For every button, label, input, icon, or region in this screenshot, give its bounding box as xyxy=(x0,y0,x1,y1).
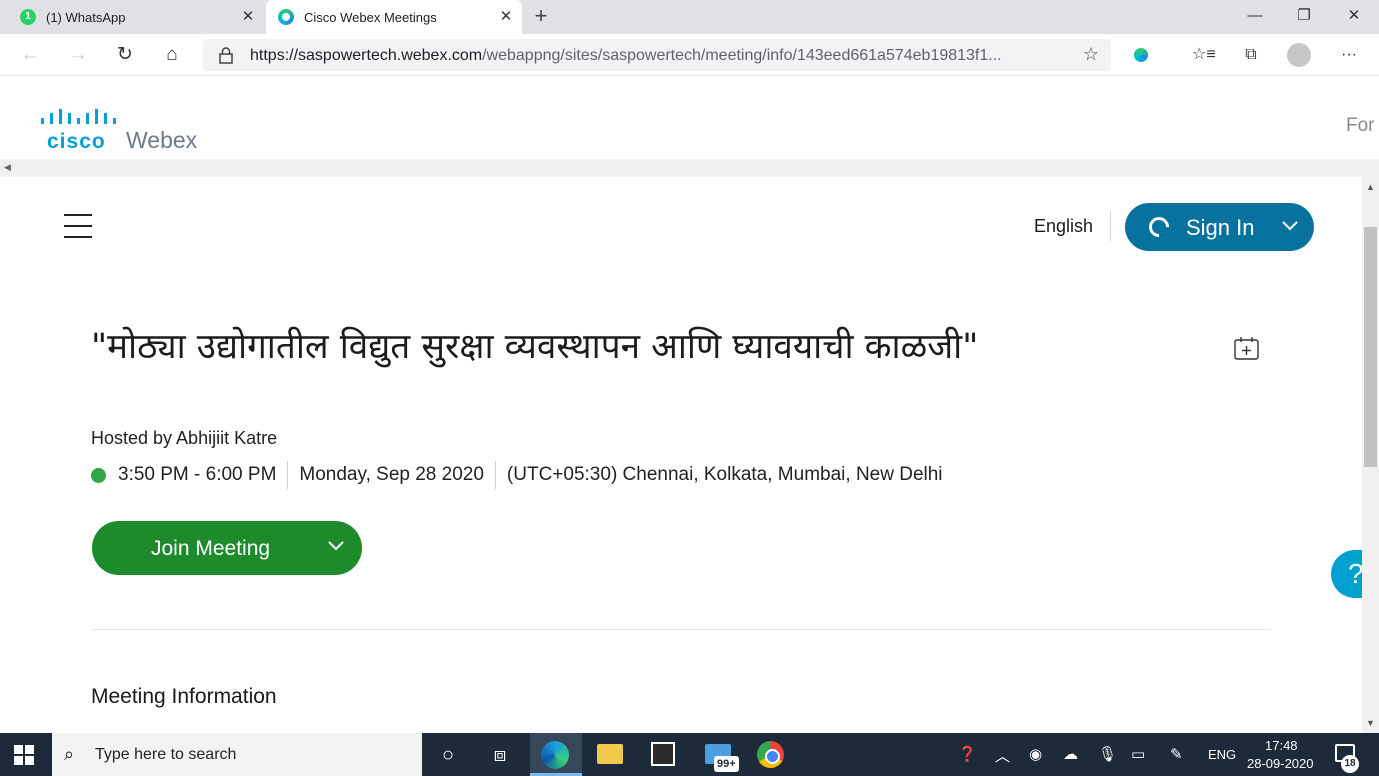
tab-whatsapp[interactable]: 1 (1) WhatsApp ✕ xyxy=(8,0,264,34)
profile-icon[interactable] xyxy=(1287,43,1311,67)
forward-icon[interactable]: → xyxy=(66,43,90,67)
microphone-icon[interactable]: 🎙 xyxy=(1098,745,1117,763)
input-language[interactable]: ENG xyxy=(1208,747,1236,762)
browser-toolbar: ← → ↻ ⌂ https://saspowertech.webex.com/w… xyxy=(0,34,1379,76)
pen-icon[interactable]: ✎ xyxy=(1170,745,1183,763)
search-icon: ⌕ xyxy=(64,744,75,764)
address-bar[interactable]: https://saspowertech.webex.com/webappng/… xyxy=(203,39,1111,71)
chevron-down-icon xyxy=(1282,221,1298,231)
chevron-up-icon[interactable]: ︿ xyxy=(995,745,1010,766)
section-divider xyxy=(92,629,1270,630)
browser-tab-strip: 1 (1) WhatsApp ✕ Cisco Webex Meetings ✕ … xyxy=(0,0,1379,34)
meeting-timezone: (UTC+05:30) Chennai, Kolkata, Mumbai, Ne… xyxy=(506,464,943,485)
webex-tray-icon[interactable]: ◉ xyxy=(1029,745,1042,763)
help-tray-icon[interactable]: ❓ xyxy=(958,745,977,763)
divider xyxy=(1110,211,1111,241)
join-meeting-button[interactable]: Join Meeting xyxy=(92,521,362,575)
store-icon[interactable] xyxy=(651,742,675,766)
close-window-button[interactable]: ✕ xyxy=(1339,4,1369,28)
close-icon[interactable]: ✕ xyxy=(498,9,514,25)
join-meeting-label: Join Meeting xyxy=(151,537,271,560)
scroll-down-icon[interactable]: ▼ xyxy=(1366,718,1375,728)
favorites-icon[interactable]: ☆≡ xyxy=(1192,44,1216,66)
chrome-icon[interactable] xyxy=(757,741,784,768)
tab-label: (1) WhatsApp xyxy=(46,9,126,25)
task-view-icon[interactable]: ⧈ xyxy=(485,740,515,770)
horizontal-scrollbar[interactable]: ◀ xyxy=(0,159,1379,177)
minimize-button[interactable]: — xyxy=(1240,4,1270,28)
mail-badge: 99+ xyxy=(714,756,739,772)
scroll-left-icon[interactable]: ◀ xyxy=(4,162,11,173)
webex-icon xyxy=(1144,212,1174,242)
edge-icon[interactable] xyxy=(541,741,569,769)
cisco-wordmark: cisco xyxy=(47,130,106,153)
notification-badge: 18 xyxy=(1341,755,1359,773)
search-placeholder: Type here to search xyxy=(95,746,237,763)
scrollbar-thumb[interactable] xyxy=(1364,227,1377,467)
status-dot-icon xyxy=(91,467,106,483)
sign-in-button[interactable]: Sign In xyxy=(1125,203,1314,251)
divider xyxy=(287,461,289,489)
close-icon[interactable]: ✕ xyxy=(240,9,256,25)
meeting-title: "मोठ्या उद्योगातील विद्युत सुरक्षा व्यवस… xyxy=(91,327,979,367)
windows-taskbar: ⌕ Type here to search ○ ⧈ 99+ ❓ ︿ ◉ ☁ 🎙 … xyxy=(0,733,1379,776)
cisco-logo-icon xyxy=(41,109,116,124)
chevron-down-icon[interactable] xyxy=(326,535,346,555)
file-explorer-icon[interactable] xyxy=(597,744,623,764)
divider xyxy=(494,461,496,489)
battery-icon[interactable]: ▭ xyxy=(1131,745,1145,763)
refresh-icon[interactable]: ↻ xyxy=(113,43,137,67)
meeting-host: Hosted by Abhijiit Katre xyxy=(91,428,278,448)
vertical-scrollbar[interactable]: ▲ ▼ xyxy=(1362,177,1379,733)
webex-wordmark: Webex xyxy=(126,127,198,153)
scroll-up-icon[interactable]: ▲ xyxy=(1366,182,1375,192)
clock-time[interactable]: 17:48 xyxy=(1265,738,1298,753)
tab-webex[interactable]: Cisco Webex Meetings ✕ xyxy=(266,0,522,34)
meeting-info-page: English Sign In "मोठ्या उद्योगातील विद्य… xyxy=(0,177,1379,733)
webex-extension-icon[interactable] xyxy=(1134,48,1148,62)
windows-start-icon[interactable] xyxy=(14,745,34,765)
add-to-calendar-icon[interactable] xyxy=(1234,337,1259,360)
collections-icon[interactable]: ⧉ xyxy=(1240,44,1262,66)
tab-label: Cisco Webex Meetings xyxy=(304,9,437,25)
lock-icon xyxy=(219,47,233,64)
restore-button[interactable]: ❐ xyxy=(1289,4,1319,28)
meeting-schedule: 3:50 PM - 6:00 PM Monday, Sep 28 2020 (U… xyxy=(91,461,943,489)
webex-icon xyxy=(278,9,294,25)
meeting-information-heading: Meeting Information xyxy=(91,685,277,708)
star-icon[interactable]: ☆ xyxy=(1083,44,1099,65)
new-tab-button[interactable]: + xyxy=(530,5,552,27)
back-icon[interactable]: ← xyxy=(18,43,42,67)
taskbar-search-box[interactable]: ⌕ Type here to search xyxy=(52,733,422,776)
webex-header: cisco Webex For xyxy=(0,77,1379,159)
sign-in-label: Sign In xyxy=(1186,215,1255,240)
meeting-time: 3:50 PM - 6:00 PM xyxy=(118,464,277,485)
whatsapp-icon: 1 xyxy=(20,9,36,25)
cortana-icon[interactable]: ○ xyxy=(433,740,463,770)
home-icon[interactable]: ⌂ xyxy=(160,43,184,67)
more-icon[interactable]: ··· xyxy=(1338,44,1360,66)
menu-icon[interactable] xyxy=(64,214,92,238)
url-text: https://saspowertech.webex.com/webappng/… xyxy=(250,47,1002,64)
meeting-date: Monday, Sep 28 2020 xyxy=(299,464,484,485)
onedrive-icon[interactable]: ☁ xyxy=(1063,745,1078,763)
header-right-link[interactable]: For xyxy=(1346,115,1375,137)
language-selector[interactable]: English xyxy=(1034,216,1093,237)
clock-date[interactable]: 28-09-2020 xyxy=(1247,756,1314,771)
